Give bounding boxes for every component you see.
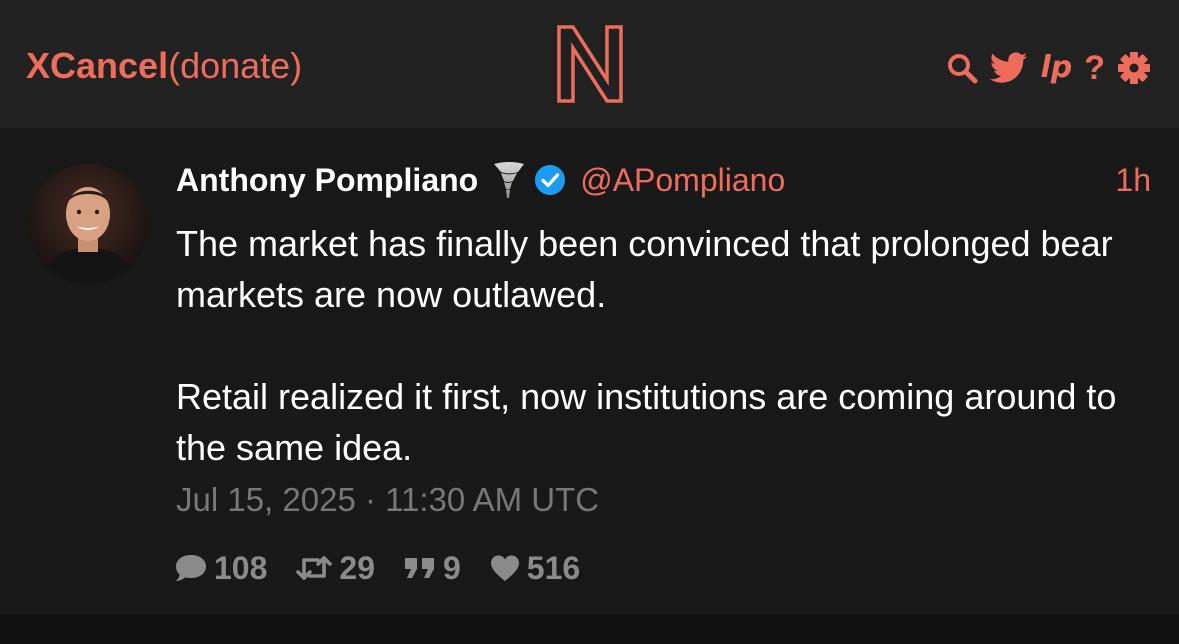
tweet-header: Anthony Pompliano @APompliano: [176, 158, 785, 202]
gear-icon[interactable]: [1117, 51, 1151, 85]
quote-count: 9: [442, 549, 461, 586]
tweet-stats: 108 29 9 516: [174, 548, 608, 588]
like-stat[interactable]: 516: [489, 550, 580, 587]
retweet-stat[interactable]: 29: [295, 550, 375, 587]
page-footer-area: [0, 614, 1179, 644]
avatar[interactable]: [28, 164, 148, 284]
tornado-icon: [492, 161, 526, 199]
tweet-paragraph: The market has finally been convinced th…: [176, 223, 1113, 315]
reply-stat[interactable]: 108: [174, 550, 267, 587]
tweet-paragraph: Retail realized it first, now institutio…: [176, 376, 1117, 468]
help-icon[interactable]: ?: [1084, 51, 1105, 85]
heart-icon: [490, 555, 519, 581]
twitter-bird-icon[interactable]: [990, 52, 1028, 84]
retweet-count: 29: [339, 549, 375, 586]
quote-stat[interactable]: 9: [403, 550, 461, 587]
nav-icons: lp ?: [946, 46, 1151, 90]
tweet-card: Anthony Pompliano @APompliano 1h The mar…: [0, 128, 1179, 614]
retweet-icon: [296, 556, 333, 580]
tweet-content: The market has finally been convinced th…: [176, 218, 1156, 473]
tweet-date: Jul 15, 2025 · 11:30 AM UTC: [176, 481, 600, 518]
fullname-link[interactable]: Anthony Pompliano: [176, 162, 478, 199]
donate-link[interactable]: (donate): [168, 45, 302, 86]
like-count: 516: [526, 549, 581, 586]
verified-badge-icon: [534, 164, 566, 196]
tweet-timestamp-link[interactable]: 1h: [1115, 158, 1151, 202]
nitter-logo[interactable]: [556, 24, 624, 104]
lp-icon[interactable]: lp: [1040, 51, 1072, 85]
navbar: XCancel(donate) lp ?: [0, 0, 1179, 128]
brand-name[interactable]: XCancel: [26, 45, 168, 86]
reply-count: 108: [214, 549, 268, 586]
username-link[interactable]: @APompliano: [580, 162, 785, 199]
brand-link[interactable]: XCancel(donate): [26, 44, 302, 88]
search-icon[interactable]: [946, 52, 978, 84]
comment-icon: [176, 555, 206, 581]
quote-icon: [404, 558, 434, 578]
